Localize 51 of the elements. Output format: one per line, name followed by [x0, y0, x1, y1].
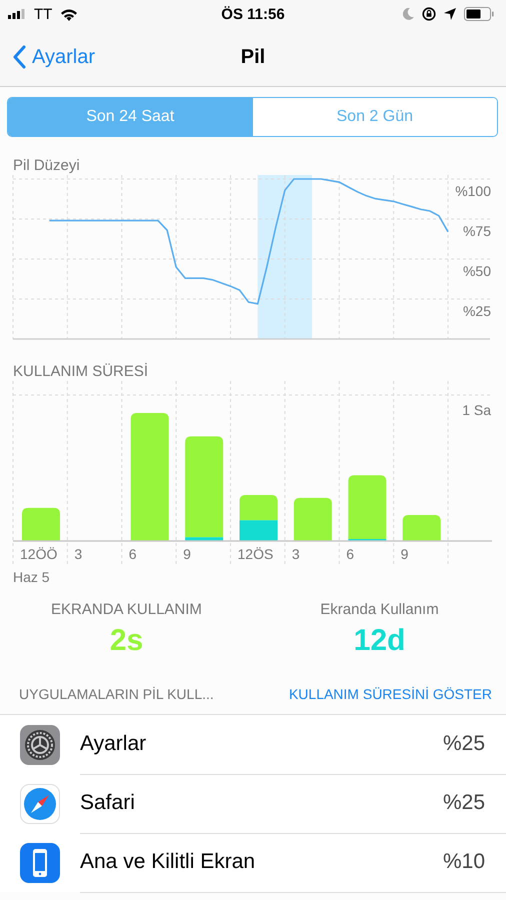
signal-icon — [8, 9, 26, 19]
axis-label: %25 — [462, 303, 491, 319]
app-row[interactable]: Ayarlar %25 — [0, 715, 506, 774]
axis-label: %75 — [462, 223, 491, 239]
back-chevron-icon — [12, 45, 26, 69]
section-header: UYGULAMALARIN PİL KULL... — [19, 686, 214, 702]
app-percent: %25 — [442, 791, 485, 815]
date-label: Haz 5 — [13, 569, 51, 585]
axis-label: 12ÖÖ — [20, 546, 58, 562]
axis-label: %50 — [462, 263, 491, 279]
back-button[interactable]: Ayarlar — [0, 45, 95, 69]
stat-value: 12d — [354, 624, 406, 658]
segment-tab[interactable]: Son 24 Saat — [8, 98, 252, 136]
app-percent: %25 — [442, 732, 485, 756]
axis-label: 6 — [346, 546, 354, 562]
app-percent: %10 — [442, 850, 485, 874]
phone-icon — [20, 842, 60, 882]
axis-label: 6 — [128, 546, 137, 562]
usage-bar — [22, 508, 60, 541]
axis-label: 1 Sa — [462, 402, 491, 418]
axis-label: 3 — [292, 546, 300, 562]
show-usage-link[interactable]: KULLANIM SÜRESİNİ GÖSTER — [288, 686, 492, 702]
stat-value: 2s — [110, 624, 144, 658]
page-title: Pil — [240, 46, 266, 68]
chart-title: Pil Düzeyi — [13, 157, 81, 175]
location-arrow-icon — [444, 8, 456, 20]
axis-label: 12ÖS — [238, 546, 274, 562]
status-time: ÖS 11:56 — [221, 6, 285, 22]
axis-label: 3 — [74, 546, 82, 562]
app-row[interactable]: Safari %25 — [0, 774, 506, 833]
moon-icon — [403, 8, 414, 20]
wifi-icon — [60, 8, 78, 20]
stat-label: Ekranda Kullanım — [320, 601, 439, 618]
app-row[interactable]: Ana ve Kilitli Ekran %10 — [0, 833, 506, 892]
axis-label: 9 — [400, 546, 408, 562]
gear-icon — [20, 724, 60, 764]
rotation-lock-icon — [422, 7, 436, 21]
app-name: Ayarlar — [80, 732, 146, 756]
usage-bar — [240, 520, 278, 541]
axis-label: 9 — [183, 546, 191, 562]
usage-bar — [294, 498, 332, 541]
usage-bar — [240, 495, 278, 520]
app-name: Ana ve Kilitli Ekran — [80, 850, 256, 874]
chart-title: KULLANIM SÜRESİ — [13, 363, 150, 381]
compass-icon — [20, 784, 60, 824]
app-name: Safari — [80, 791, 135, 815]
carrier-name: TT — [34, 6, 52, 22]
usage-bar — [402, 514, 441, 541]
axis-label: %100 — [455, 183, 491, 199]
battery-icon — [464, 7, 494, 21]
stat-label: EKRANDA KULLANIM — [51, 601, 202, 618]
